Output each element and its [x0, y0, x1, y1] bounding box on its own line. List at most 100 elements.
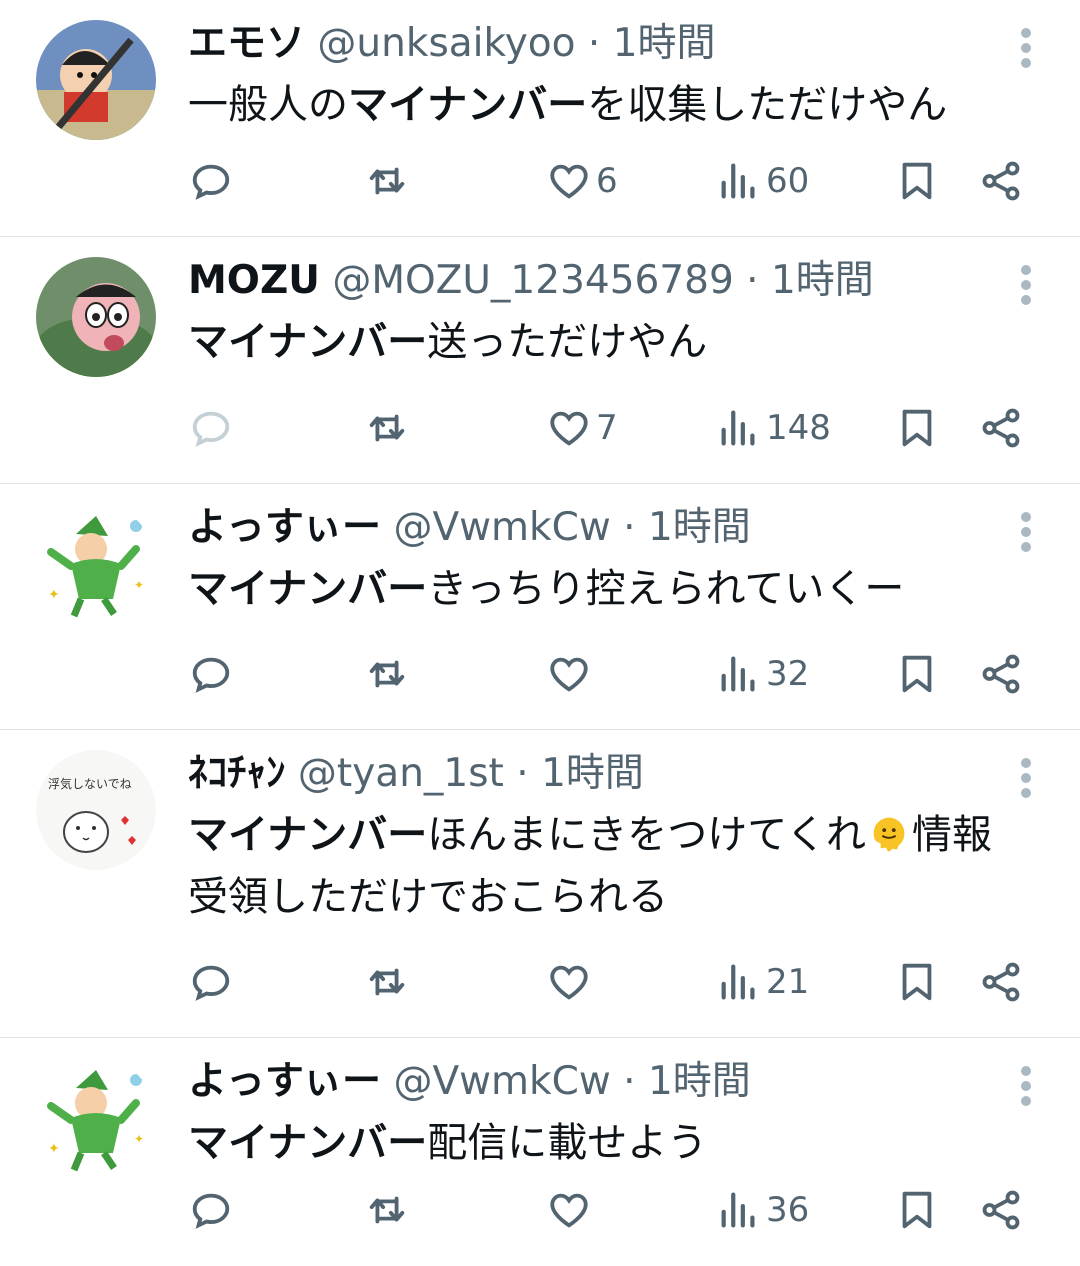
- highlight-text: マイナンバー: [188, 812, 428, 858]
- reply-icon: [188, 959, 234, 1005]
- avatar[interactable]: ✦ ✦: [36, 1058, 156, 1178]
- bookmark-button[interactable]: [894, 398, 940, 458]
- like-icon: [546, 158, 592, 204]
- views-button[interactable]: 36: [716, 1180, 809, 1240]
- more-icon[interactable]: [1020, 758, 1032, 798]
- separator-dot: ·: [746, 258, 759, 303]
- retweet-button[interactable]: [364, 151, 410, 211]
- views-count: 60: [766, 161, 810, 201]
- tweet-content: ﾈｺﾁｬﾝ @tyan_1st · 1時間 マイナンバーほんまにきをつけてくれ 情報…: [188, 744, 1020, 928]
- svg-text:✦: ✦: [134, 1132, 144, 1146]
- share-icon: [978, 1187, 1024, 1233]
- retweet-icon: [364, 651, 410, 697]
- separator-dot: ·: [587, 21, 601, 66]
- timestamp[interactable]: 1時間: [648, 1059, 751, 1104]
- views-button[interactable]: 148: [716, 398, 831, 458]
- more-icon[interactable]: [1020, 512, 1032, 552]
- like-button[interactable]: 7: [546, 398, 618, 458]
- reply-button[interactable]: [188, 952, 234, 1012]
- views-button[interactable]: 21: [716, 952, 809, 1012]
- share-button[interactable]: [978, 952, 1024, 1012]
- tweet[interactable]: 浮気しないでね ﾈｺﾁｬﾝ @tyan_1st · 1時間 マイナンバーほんまにきを…: [0, 730, 1080, 1038]
- share-button[interactable]: [978, 151, 1024, 211]
- retweet-button[interactable]: [364, 644, 410, 704]
- like-icon: [546, 405, 592, 451]
- tweet-content: よっすぃー @VwmkCw · 1時間 マイナンバー配信に載せよう: [188, 1052, 1020, 1174]
- separator-dot: ·: [623, 505, 636, 550]
- bookmark-icon: [894, 158, 940, 204]
- timestamp[interactable]: 1時間: [613, 21, 716, 66]
- bookmark-button[interactable]: [894, 952, 940, 1012]
- timestamp[interactable]: 1時間: [648, 505, 751, 550]
- more-icon[interactable]: [1020, 265, 1032, 305]
- text-segment: 一般人の: [188, 82, 348, 128]
- like-count: 6: [596, 161, 618, 201]
- avatar[interactable]: [36, 257, 156, 377]
- timestamp[interactable]: 1時間: [771, 258, 874, 303]
- more-icon[interactable]: [1020, 28, 1032, 68]
- display-name[interactable]: よっすぃー: [188, 505, 381, 550]
- bookmark-button[interactable]: [894, 151, 940, 211]
- display-name[interactable]: エモソ: [188, 21, 305, 66]
- views-icon: [716, 405, 762, 451]
- tweet-header: ﾈｺﾁｬﾝ @tyan_1st · 1時間: [188, 744, 1020, 804]
- display-name[interactable]: ﾈｺﾁｬﾝ: [188, 751, 286, 796]
- display-name[interactable]: MOZU: [188, 258, 320, 303]
- text-segment: きっちり控えられていくー: [427, 566, 905, 612]
- retweet-icon: [364, 158, 410, 204]
- tweet[interactable]: ✦ ✦ よっすぃー @VwmkCw · 1時間マイナンバーきっちり控えられていくー 3…: [0, 484, 1080, 730]
- svg-text:✦: ✦: [48, 587, 60, 603]
- retweet-button[interactable]: [364, 952, 410, 1012]
- timestamp[interactable]: 1時間: [541, 751, 644, 796]
- reply-button[interactable]: [188, 1180, 234, 1240]
- tweet-text: マイナンバーきっちり控えられていくー: [188, 558, 1020, 620]
- text-segment: 送っただけやん: [427, 319, 708, 365]
- reply-button[interactable]: [188, 151, 234, 211]
- share-button[interactable]: [978, 1180, 1024, 1240]
- views-icon: [716, 158, 762, 204]
- user-handle[interactable]: @unksaikyoo: [317, 21, 575, 66]
- avatar[interactable]: [36, 20, 156, 140]
- more-icon[interactable]: [1020, 1066, 1032, 1106]
- highlight-text: マイナンバー: [188, 1120, 428, 1166]
- tweet[interactable]: MOZU @MOZU_123456789 · 1時間 マイナンバー送っただけやん 7…: [0, 237, 1080, 484]
- highlight-text: マイナンバー: [348, 82, 588, 128]
- text-segment: を収集しただけやん: [587, 82, 948, 128]
- like-count: 7: [596, 408, 618, 448]
- text-segment: 配信に載せよう: [427, 1120, 708, 1166]
- reply-button[interactable]: [188, 398, 234, 458]
- user-handle[interactable]: @VwmkCw: [393, 1059, 610, 1104]
- retweet-button[interactable]: [364, 1180, 410, 1240]
- like-button[interactable]: 6: [546, 151, 618, 211]
- tweet-content: エモソ @unksaikyoo · 1時間一般人のマイナンバーを収集しただけやん: [188, 14, 1020, 136]
- share-button[interactable]: [978, 398, 1024, 458]
- tweet[interactable]: ✦ ✦ よっすぃー @VwmkCw · 1時間 マイナンバー配信に載せよう 36: [0, 1038, 1080, 1266]
- display-name[interactable]: よっすぃー: [188, 1059, 381, 1104]
- highlight-text: マイナンバー: [188, 566, 428, 612]
- like-button[interactable]: [546, 952, 592, 1012]
- retweet-button[interactable]: [364, 398, 410, 458]
- avatar[interactable]: 浮気しないでね: [36, 750, 156, 870]
- bookmark-button[interactable]: [894, 1180, 940, 1240]
- tweet-content: MOZU @MOZU_123456789 · 1時間 マイナンバー送っただけやん: [188, 251, 1020, 373]
- like-button[interactable]: [546, 644, 592, 704]
- like-icon: [546, 651, 592, 697]
- tweet[interactable]: エモソ @unksaikyoo · 1時間一般人のマイナンバーを収集しただけやん…: [0, 0, 1080, 237]
- views-button[interactable]: 32: [716, 644, 809, 704]
- bookmark-icon: [894, 651, 940, 697]
- bookmark-icon: [894, 405, 940, 451]
- like-button[interactable]: [546, 1180, 592, 1240]
- reply-button[interactable]: [188, 644, 234, 704]
- bookmark-icon: [894, 1187, 940, 1233]
- share-button[interactable]: [978, 644, 1024, 704]
- user-handle[interactable]: @tyan_1st: [298, 751, 504, 796]
- retweet-icon: [364, 405, 410, 451]
- like-icon: [546, 1187, 592, 1233]
- avatar[interactable]: ✦ ✦: [36, 504, 156, 624]
- user-handle[interactable]: @VwmkCw: [393, 505, 610, 550]
- bookmark-button[interactable]: [894, 644, 940, 704]
- views-count: 148: [766, 408, 831, 448]
- reply-icon: [188, 651, 234, 697]
- user-handle[interactable]: @MOZU_123456789: [332, 258, 733, 303]
- views-button[interactable]: 60: [716, 151, 809, 211]
